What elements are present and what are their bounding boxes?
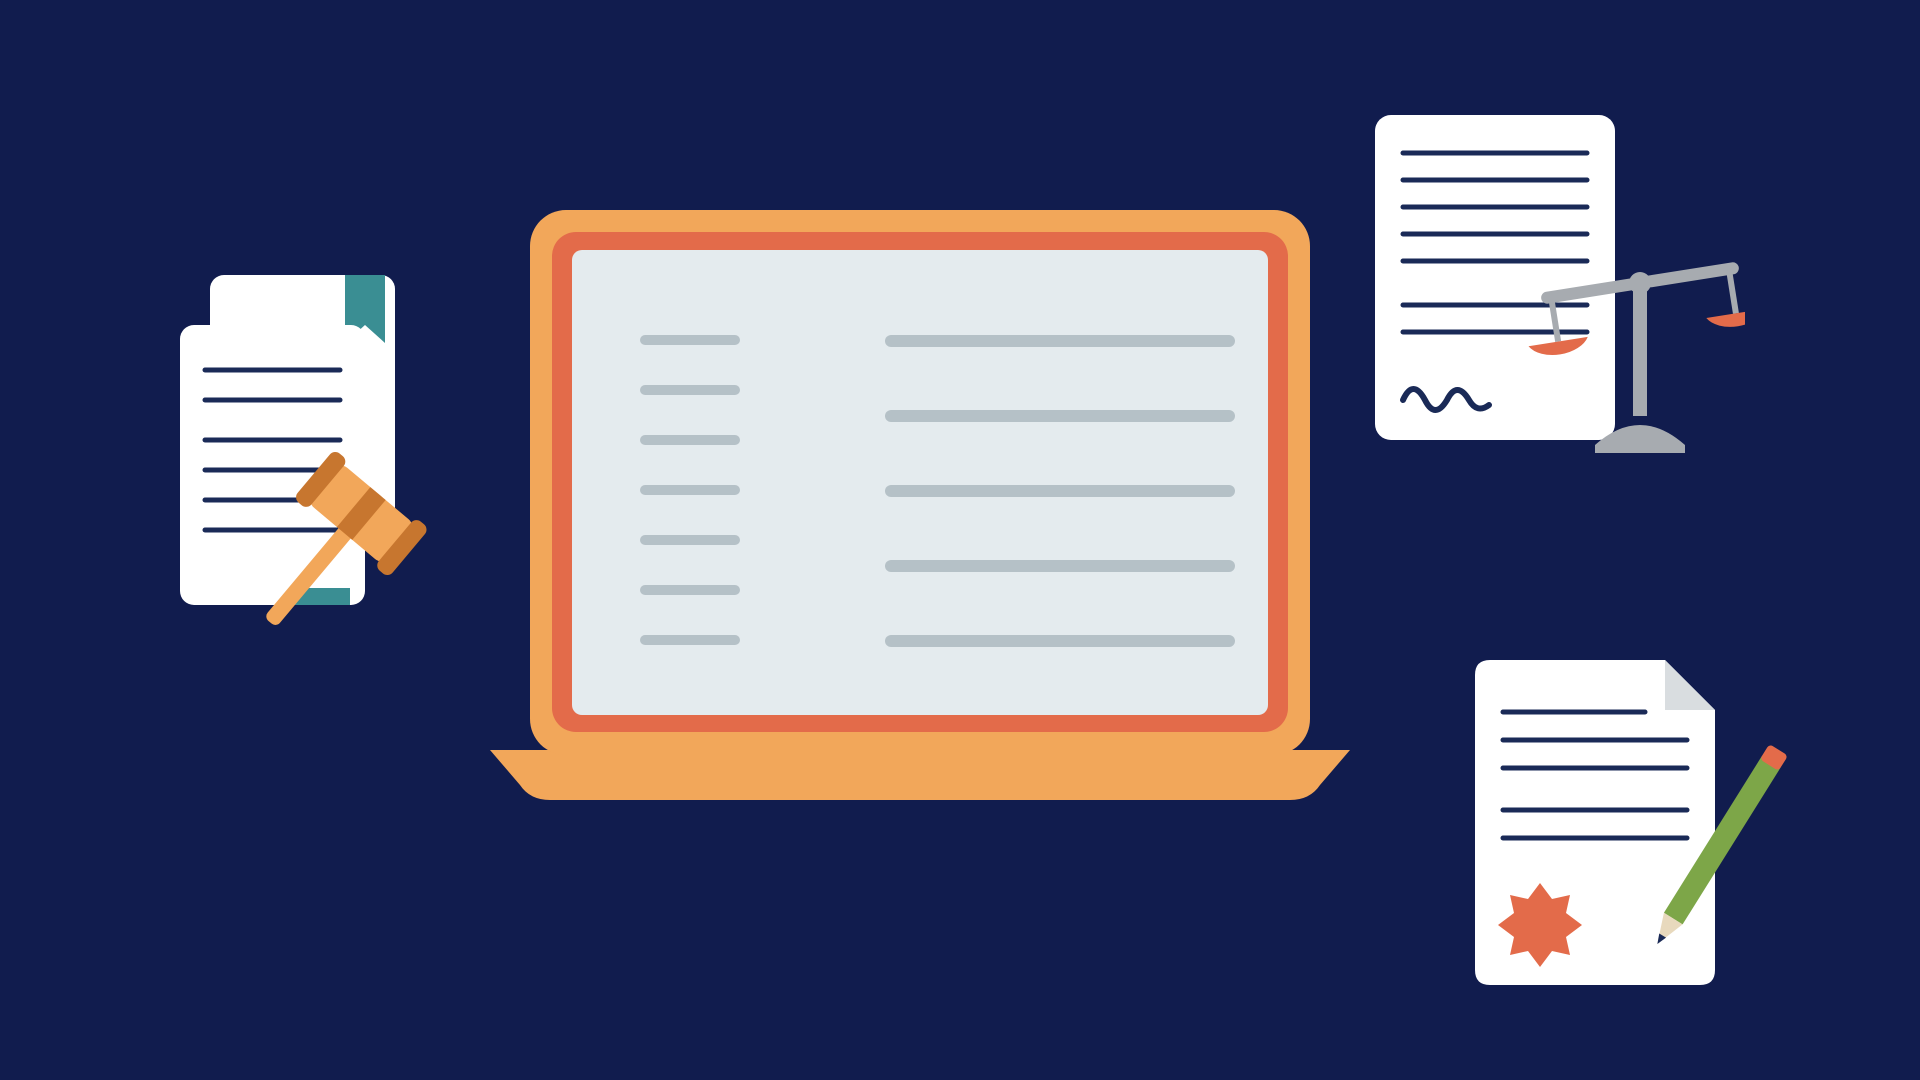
document-scales-icon	[1355, 105, 1745, 485]
certificate-pencil-icon	[1445, 640, 1805, 1000]
laptop-icon	[490, 210, 1350, 810]
illustration-stage	[0, 0, 1920, 1080]
documents-gavel-icon	[150, 265, 470, 625]
